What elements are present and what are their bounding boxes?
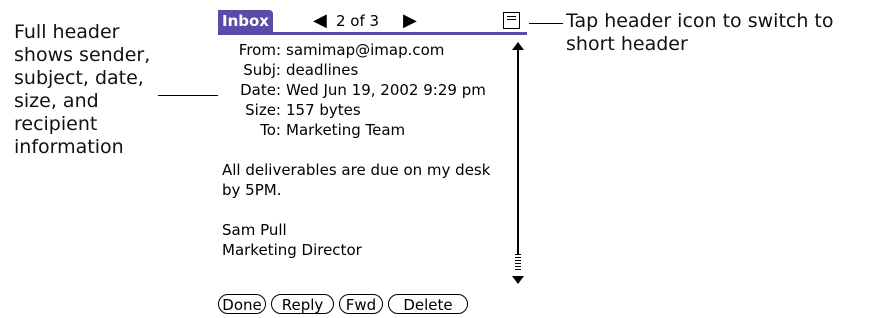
- message-body-line: All deliverables are due on my desk: [222, 161, 491, 179]
- title-rule: [218, 32, 527, 35]
- scroll-up-arrow-icon[interactable]: [512, 42, 524, 50]
- left-triangle-icon[interactable]: ◀: [313, 11, 327, 31]
- callout-line: Full header: [14, 21, 120, 43]
- header-icon-line: [507, 16, 516, 17]
- scroll-down-arrow-icon[interactable]: [512, 276, 524, 284]
- callout-line: information: [14, 136, 124, 158]
- header-row-date: Date: Wed Jun 19, 2002 9:29 pm: [222, 80, 500, 100]
- message-body-line: by 5PM.: [222, 181, 282, 199]
- callout-line: short header: [566, 33, 688, 55]
- header-row-size: Size: 157 bytes: [222, 100, 500, 120]
- app-title[interactable]: Inbox: [218, 10, 273, 32]
- right-triangle-icon[interactable]: ▶: [403, 11, 417, 31]
- from-value: samimap@imap.com: [286, 41, 445, 59]
- header-icon-line: [507, 19, 516, 20]
- done-button[interactable]: Done: [218, 294, 266, 314]
- reply-button[interactable]: Reply: [271, 294, 334, 314]
- signature-name: Sam Pull: [222, 221, 287, 239]
- to-label: To:: [260, 121, 281, 139]
- forward-button[interactable]: Fwd: [339, 294, 383, 314]
- mail-screen: Inbox ◀ 2 of 3 ▶ From: samimap@imap.com …: [218, 10, 527, 318]
- to-value: Marketing Team: [286, 121, 406, 139]
- right-callout-leader-line: [529, 23, 563, 24]
- callout-line: Tap header icon to switch to: [566, 10, 834, 32]
- callout-line: size, and: [14, 90, 99, 112]
- header-icon[interactable]: [503, 12, 520, 29]
- date-value: Wed Jun 19, 2002 9:29 pm: [286, 81, 486, 99]
- date-label: Date:: [240, 81, 281, 99]
- size-value: 157 bytes: [286, 101, 361, 119]
- header-row-to: To: Marketing Team: [222, 120, 500, 140]
- signature-title: Marketing Director: [222, 241, 362, 259]
- delete-button[interactable]: Delete: [388, 294, 468, 314]
- title-bar: Inbox ◀ 2 of 3 ▶: [218, 10, 527, 36]
- callout-line: subject, date,: [14, 67, 144, 89]
- left-callout-leader-line: [158, 95, 218, 96]
- scroll-thumb[interactable]: [515, 254, 521, 272]
- scrollbar[interactable]: [512, 42, 524, 286]
- message-content: From: samimap@imap.com Subj: deadlines D…: [222, 40, 500, 260]
- callout-line: shows sender,: [14, 44, 151, 66]
- message-position: 2 of 3: [336, 12, 380, 30]
- callout-line: recipient: [14, 113, 98, 135]
- scroll-track[interactable]: [517, 50, 519, 256]
- size-label: Size:: [245, 101, 281, 119]
- header-row-subject: Subj: deadlines: [222, 60, 500, 80]
- from-label: From:: [238, 41, 281, 59]
- header-row-from: From: samimap@imap.com: [222, 40, 500, 60]
- subject-value: deadlines: [286, 61, 359, 79]
- right-callout: Tap header icon to switch to short heade…: [566, 10, 882, 56]
- left-callout: Full header shows sender, subject, date,…: [14, 21, 204, 159]
- subject-label: Subj:: [243, 61, 281, 79]
